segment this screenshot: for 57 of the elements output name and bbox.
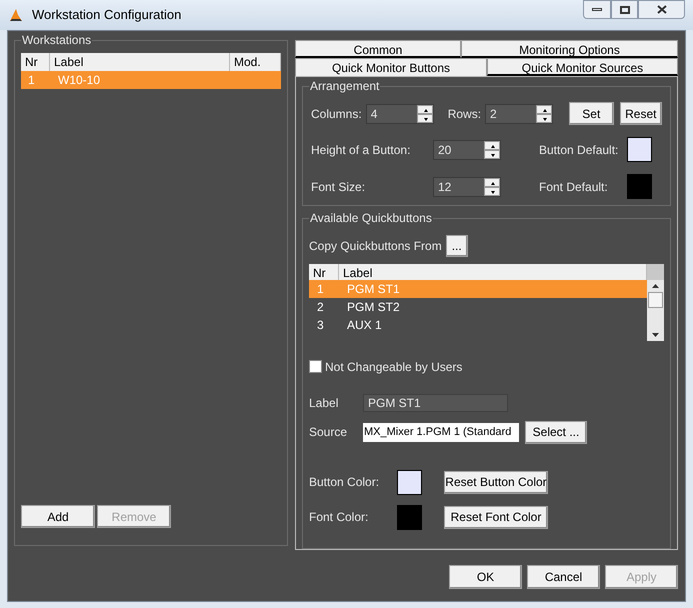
app-logo-icon — [8, 7, 24, 23]
field-label: Height of a Button: — [311, 142, 412, 158]
spin-field[interactable]: 2 — [485, 104, 554, 124]
table-cell-text: PGM ST1 — [346, 280, 400, 298]
spin-field[interactable]: 12 — [433, 176, 501, 196]
table-cell-text: 1 — [316, 280, 325, 298]
field-label: Font Default: — [539, 178, 609, 196]
source-field[interactable]: MX_Mixer 1.PGM 1 (Standard — [363, 422, 519, 442]
color-swatch[interactable] — [627, 174, 652, 199]
reset-font-color-button[interactable]: Reset Font Color — [444, 506, 548, 529]
label-field[interactable]: PGM ST1 — [363, 394, 508, 412]
maximize-button[interactable] — [611, 0, 638, 19]
table-cell-text: 1 — [27, 72, 36, 89]
copy-label: Copy Quickbuttons From — [309, 238, 442, 255]
scroll-up-icon[interactable] — [651, 282, 660, 289]
checkbox[interactable] — [309, 360, 322, 374]
tab[interactable]: Quick Monitor Sources — [487, 58, 678, 76]
ok-button[interactable]: OK — [449, 565, 522, 589]
tab[interactable]: Monitoring Options — [461, 40, 678, 58]
tab[interactable]: Quick Monitor Buttons — [295, 58, 487, 76]
table-cell-text: 3 — [316, 316, 325, 334]
reset-button[interactable]: Reset — [620, 102, 662, 125]
color-swatch[interactable] — [627, 137, 652, 162]
spin-field[interactable]: 20 — [433, 140, 501, 160]
scrollbar[interactable] — [647, 264, 664, 341]
field-label: Font Color: — [309, 509, 370, 526]
add-button[interactable]: Add — [21, 505, 95, 528]
field-label: Label — [309, 394, 340, 412]
color-swatch[interactable] — [397, 470, 422, 495]
select-button[interactable]: Select ... — [525, 420, 587, 444]
scroll-down-icon[interactable] — [651, 332, 660, 338]
window-title: Workstation Configuration — [32, 6, 182, 24]
field-label: Source — [309, 424, 348, 442]
spin-field[interactable]: 4 — [366, 104, 434, 124]
header-corner — [647, 264, 664, 280]
table-cell-text: AUX 1 — [346, 316, 382, 334]
cancel-button[interactable]: Cancel — [527, 565, 600, 589]
set-button[interactable]: Set — [569, 102, 614, 125]
field-label: Button Default: — [539, 142, 620, 158]
checkbox-label: Not Changeable by Users — [325, 358, 462, 376]
color-swatch[interactable] — [397, 504, 422, 530]
close-icon — [656, 5, 666, 14]
close-button[interactable] — [638, 0, 685, 19]
reset-button-color-button[interactable]: Reset Button Color — [444, 470, 548, 494]
field-label: Columns: — [311, 106, 362, 122]
table-cell-text: W10-10 — [57, 72, 102, 89]
minimize-button[interactable] — [583, 0, 611, 19]
field-label: Font Size: — [311, 178, 366, 196]
table-row[interactable]: 3 AUX 1 — [309, 316, 647, 334]
tab[interactable]: Common — [295, 40, 461, 58]
field-label: Button Color: — [309, 474, 380, 492]
browse-button[interactable]: ... — [446, 234, 468, 257]
scroll-thumb[interactable] — [648, 292, 663, 308]
table-cell-text: 2 — [316, 298, 325, 316]
field-label: Rows: — [448, 106, 482, 122]
table-row[interactable]: 2 PGM ST2 — [309, 298, 647, 316]
table-cell-text: PGM ST2 — [346, 298, 400, 316]
